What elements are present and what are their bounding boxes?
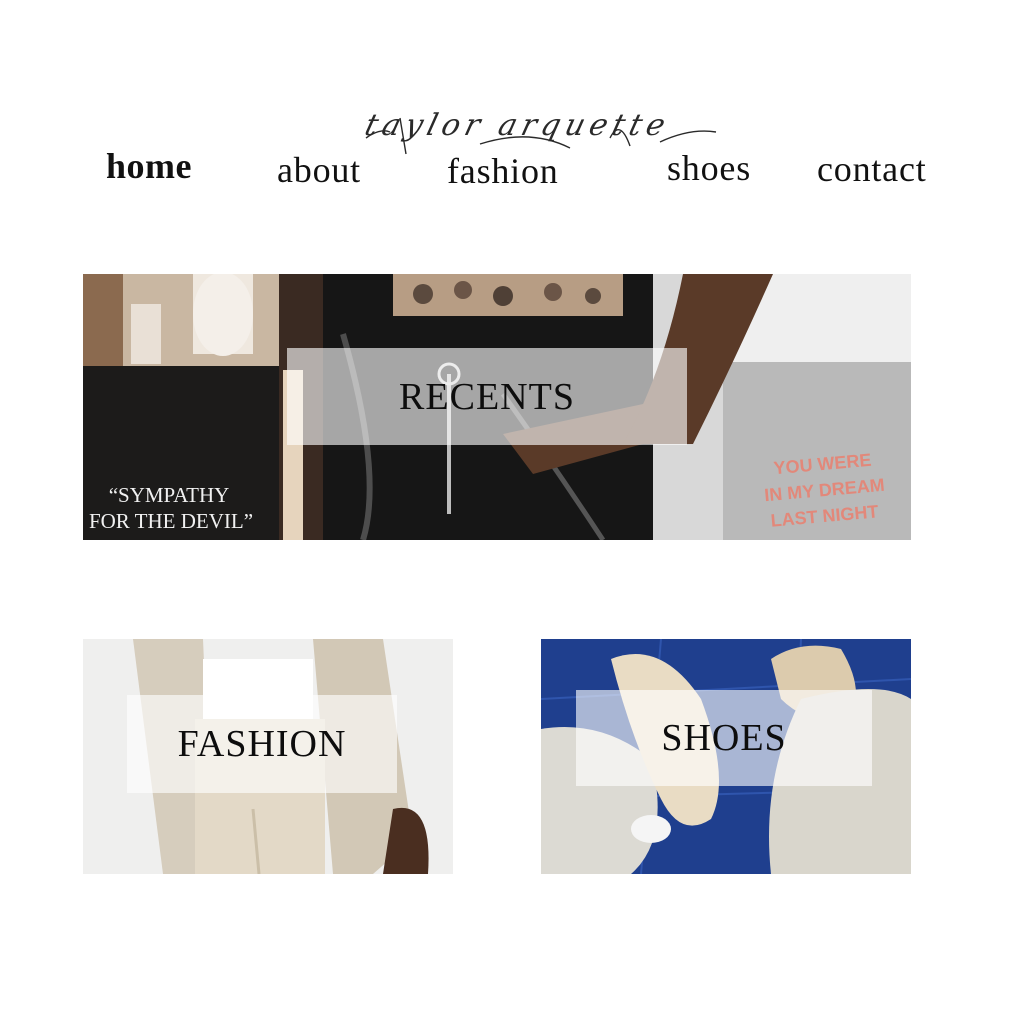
fashion-label-box: FASHION xyxy=(127,695,397,793)
recents-label: RECENTS xyxy=(399,375,575,418)
poster-text-1: “SYMPATHY xyxy=(109,483,230,507)
fashion-label: FASHION xyxy=(177,723,347,765)
nav-about[interactable]: about xyxy=(277,150,361,190)
nav-home[interactable]: home xyxy=(106,146,192,186)
nav-contact[interactable]: contact xyxy=(817,149,927,189)
nav-fashion[interactable]: fashion xyxy=(447,151,559,191)
fashion-tile[interactable]: FASHION xyxy=(83,639,453,874)
nav-shoes[interactable]: shoes xyxy=(667,148,751,188)
poster-text-2: FOR THE DEVIL” xyxy=(89,509,253,533)
recents-tile[interactable]: “SYMPATHY FOR THE DEVIL” YOU WERE IN MY … xyxy=(83,274,911,540)
recents-label-box: RECENTS xyxy=(287,348,687,445)
shoes-label: SHOES xyxy=(661,717,787,759)
shoes-tile[interactable]: SHOES xyxy=(541,639,911,874)
shoes-label-box: SHOES xyxy=(576,690,872,786)
